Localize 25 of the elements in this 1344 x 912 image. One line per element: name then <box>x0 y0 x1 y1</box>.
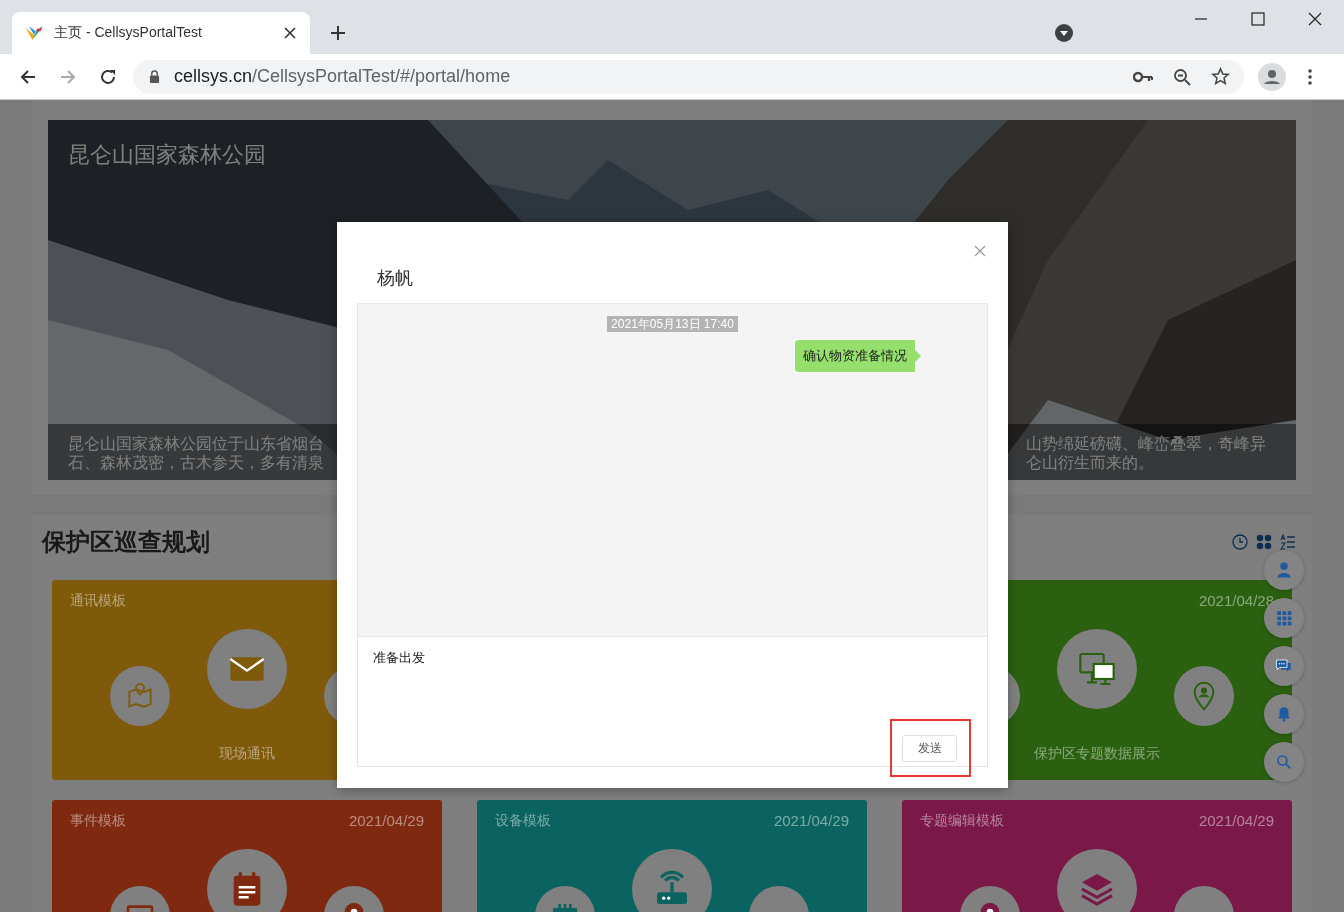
section-title: 保护区巡查规划 <box>42 527 210 557</box>
card-title: 通讯模板 <box>70 592 126 610</box>
card-title: 设备模板 <box>495 812 551 830</box>
address-bar[interactable]: cellsys.cn/CellsysPortalTest/#/portal/home <box>133 59 1244 94</box>
banner-title: 昆仑山国家森林公园 <box>68 141 266 169</box>
card-date: 2021/04/29 <box>1198 812 1274 831</box>
card-title: 事件模板 <box>70 812 126 830</box>
url-text: cellsys.cn/CellsysPortalTest/#/portal/home <box>174 66 511 87</box>
caption-text: 石、森林茂密，古木参天，多有清泉 <box>68 453 324 472</box>
timestamp: 2021年05月13日 17:40 <box>607 316 738 332</box>
template-card[interactable]: 事件模板 2021/04/29 <box>52 800 442 912</box>
card-label: 保护区专题数据展示 <box>1034 745 1160 761</box>
caption-text: 仑山衍生而来的。 <box>1026 453 1155 472</box>
dialog-title: 杨帆 <box>377 268 413 288</box>
tab-title: 主页 - CellsysPortalTest <box>54 24 203 42</box>
caption-text: 昆仑山国家森林公园位于山东省烟台 <box>68 434 324 453</box>
card-title: 专题编辑模板 <box>920 812 1004 830</box>
send-button[interactable]: 发送 <box>902 735 957 762</box>
card-label: 现场通讯 <box>219 745 275 761</box>
browser-tab[interactable]: 主页 - CellsysPortalTest <box>12 12 310 54</box>
card-date: 2021/04/29 <box>348 812 424 831</box>
card-date: 2021/04/29 <box>773 812 849 831</box>
card-date: 2021/04/28 <box>1198 592 1274 611</box>
caption-text: 山势绵延磅礴、峰峦叠翠，奇峰异 <box>1026 434 1266 453</box>
message-bubble: 确认物资准备情况 <box>795 340 921 372</box>
